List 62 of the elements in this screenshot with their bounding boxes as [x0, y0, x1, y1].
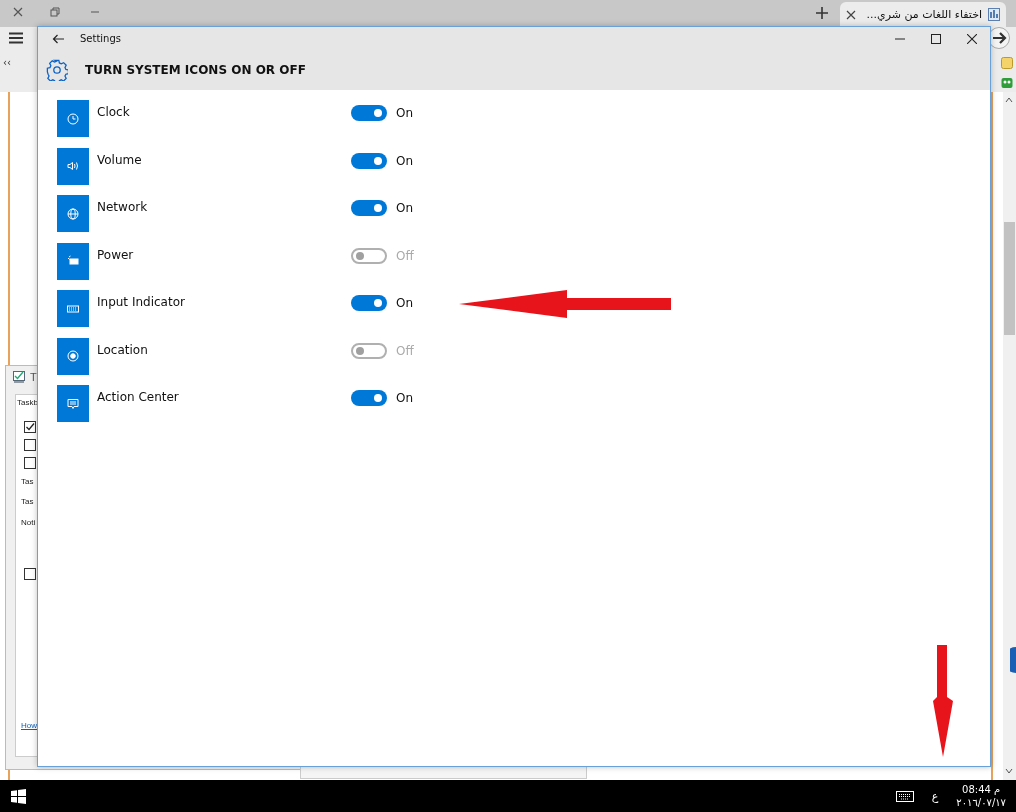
- toggle-state: Off: [396, 247, 414, 263]
- scroll-up-icon[interactable]: [1005, 97, 1013, 103]
- toggle-switch[interactable]: [351, 247, 387, 264]
- option-label: Tas: [21, 497, 34, 506]
- browser-tab[interactable]: اختفاء اللغات من شري...: [840, 2, 1006, 27]
- help-link[interactable]: How: [21, 721, 37, 730]
- restore-icon[interactable]: [50, 7, 60, 17]
- setting-label: Clock: [96, 104, 131, 119]
- message-icon: [57, 385, 89, 422]
- setting-label: Input Indicator: [96, 294, 186, 309]
- toggle-state: On: [396, 295, 414, 310]
- toggle-state: On: [396, 200, 414, 215]
- toggle-state: On: [396, 152, 414, 168]
- setting-label: Location: [96, 341, 149, 357]
- toggle-state: On: [396, 105, 414, 120]
- speaker-icon: [57, 147, 89, 185]
- checkbox-window-icon: [13, 371, 25, 383]
- setting-label: Power: [96, 246, 135, 262]
- toggle-switch[interactable]: [351, 105, 387, 121]
- toggle-state: Off: [396, 342, 414, 358]
- menu-icon[interactable]: [9, 32, 23, 44]
- collapse-toggle[interactable]: ‹‹: [3, 57, 11, 68]
- close-icon[interactable]: [846, 9, 856, 20]
- toggle-switch[interactable]: [351, 295, 387, 311]
- windows-logo-icon[interactable]: [11, 788, 26, 804]
- dialog-tab[interactable]: Taskb: [17, 398, 38, 407]
- option-label: Noti: [21, 518, 36, 527]
- window-title: T: [30, 371, 37, 383]
- close-icon[interactable]: [967, 33, 977, 44]
- toggle-state: On: [396, 390, 414, 405]
- target-icon: [57, 337, 89, 375]
- tab-title: اختفاء اللغات من شري...: [865, 8, 982, 21]
- scroll-thumb[interactable]: [1004, 222, 1015, 335]
- clock-icon: [57, 100, 89, 137]
- setting-label: Network: [96, 199, 149, 214]
- checkbox[interactable]: [24, 421, 36, 433]
- toggle-switch[interactable]: [351, 152, 387, 169]
- keyboard-icon: [57, 290, 89, 327]
- maximize-icon[interactable]: [931, 33, 941, 44]
- checkbox[interactable]: [24, 439, 36, 451]
- toggle-switch[interactable]: [351, 342, 387, 359]
- robot-icon[interactable]: [1001, 77, 1013, 89]
- new-tab-icon[interactable]: [816, 7, 828, 19]
- checkbox[interactable]: [24, 457, 36, 469]
- setting-label: Action Center: [96, 389, 180, 404]
- scrollbar[interactable]: [1003, 92, 1016, 780]
- keyboard-icon[interactable]: [895, 790, 914, 802]
- toggle-switch[interactable]: [351, 390, 387, 406]
- settings-icon: [46, 59, 68, 81]
- globe-icon: [57, 195, 89, 232]
- language-indicator[interactable]: ع: [931, 789, 939, 803]
- page-heading: TURN SYSTEM ICONS ON OR OFF: [85, 63, 306, 77]
- clock[interactable]: م 08:44 ٢٠١٦/٠٧/١٧: [956, 783, 1006, 809]
- setting-label: Volume: [96, 151, 143, 167]
- option-label: Tas: [21, 477, 34, 486]
- toggle-switch[interactable]: [351, 200, 387, 216]
- page-icon: [988, 8, 1000, 21]
- window-title: Settings: [80, 33, 121, 44]
- checkbox[interactable]: [24, 568, 36, 580]
- battery-icon: [57, 242, 89, 280]
- scroll-down-icon[interactable]: [1005, 768, 1013, 774]
- back-icon[interactable]: [52, 33, 64, 44]
